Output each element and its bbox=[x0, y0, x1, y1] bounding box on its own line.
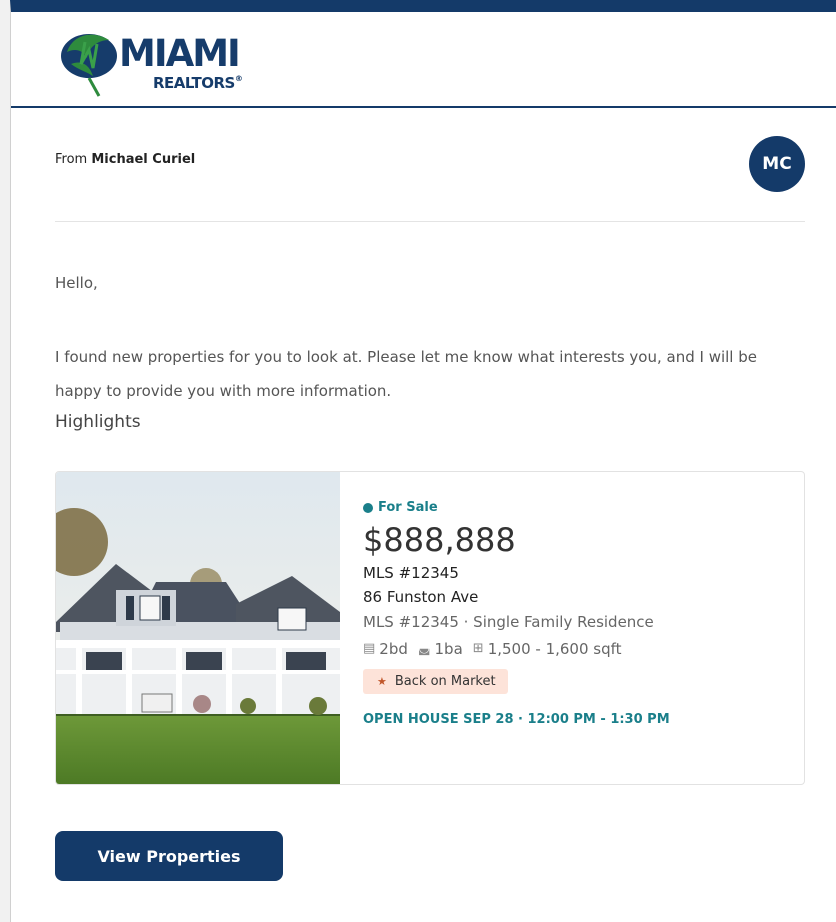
listing-mls: MLS #12345 bbox=[363, 564, 459, 582]
intro-text: I found new properties for you to look a… bbox=[55, 348, 757, 400]
area-fact: ⊞ 1,500 - 1,600 sqft bbox=[473, 635, 622, 663]
globe-logo-icon bbox=[61, 34, 117, 97]
open-house-info: OPEN HOUSE SEP 28 · 12:00 PM - 1:30 PM bbox=[363, 712, 670, 727]
listing-details: For Sale $888,888 MLS #12345 86 Funston … bbox=[363, 500, 793, 727]
view-properties-button[interactable]: View Properties bbox=[55, 831, 283, 881]
from-prefix: From bbox=[55, 152, 88, 167]
property-photo[interactable] bbox=[56, 472, 340, 784]
sender-name: Michael Curiel bbox=[91, 152, 196, 167]
avatar[interactable]: MC bbox=[749, 136, 805, 192]
listing-meta: MLS #12345 · Single Family Residence bbox=[363, 613, 654, 631]
sender-row: From Michael Curiel MC bbox=[55, 136, 805, 196]
listing-card[interactable]: For Sale $888,888 MLS #12345 86 Funston … bbox=[55, 471, 805, 785]
beds-fact: ▤ 2bd bbox=[363, 635, 408, 663]
logo-subtitle: REALTORS® bbox=[153, 74, 243, 92]
highlights-heading: Highlights bbox=[55, 412, 141, 432]
floorplan-icon: ⊞ bbox=[472, 641, 484, 656]
listing-status: For Sale bbox=[363, 500, 793, 515]
listing-price: $888,888 bbox=[363, 521, 516, 559]
divider bbox=[55, 221, 805, 222]
email-header: MIAMI REALTORS® bbox=[11, 12, 836, 108]
listing-address[interactable]: 86 Funston Ave bbox=[363, 585, 793, 609]
sender-line: From Michael Curiel bbox=[55, 152, 195, 167]
logo-wordmark: MIAMI bbox=[119, 32, 241, 75]
greeting-text: Hello, bbox=[55, 274, 98, 292]
bed-icon: ▤ bbox=[363, 641, 376, 656]
star-icon: ★ bbox=[377, 675, 387, 688]
miami-realtors-logo[interactable]: MIAMI REALTORS® bbox=[59, 22, 259, 100]
listing-facts: ▤ 2bd ◛ 1ba ⊞ 1,500 - 1,600 sqft bbox=[363, 635, 793, 663]
status-dot-icon bbox=[363, 502, 373, 513]
status-badge: ★ Back on Market bbox=[363, 669, 508, 694]
baths-fact: ◛ 1ba bbox=[418, 635, 463, 663]
bath-icon: ◛ bbox=[417, 641, 431, 656]
email-container: MIAMI REALTORS® From Michael Curiel MC H… bbox=[10, 0, 836, 922]
